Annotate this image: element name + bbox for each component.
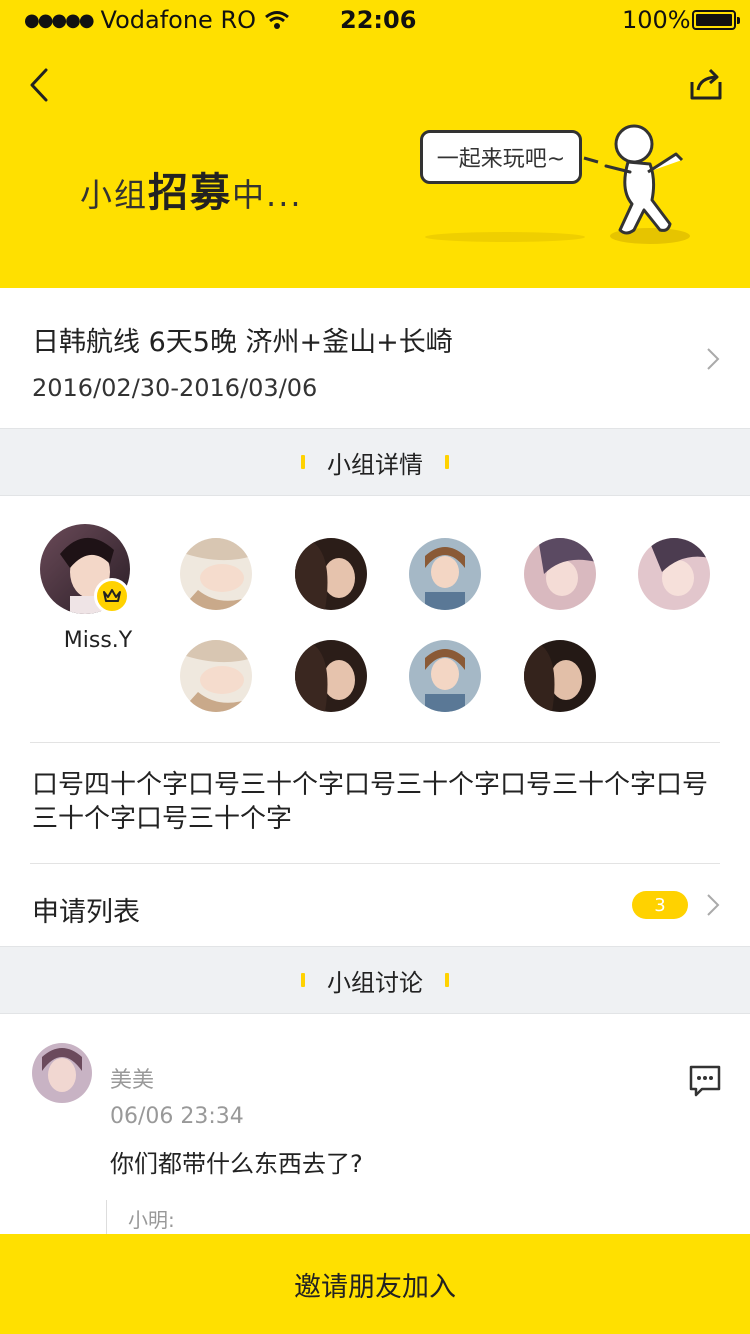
bubble-text: 一起来玩吧~ — [436, 147, 566, 172]
recruit-prefix: 小组 — [80, 176, 149, 214]
invite-label: 邀请朋友加入 — [294, 1271, 456, 1303]
recruit-title: 小组招募中... — [80, 160, 303, 218]
reply-comment-icon[interactable] — [688, 1064, 722, 1098]
chevron-right-icon — [707, 348, 720, 370]
section-title: 小组讨论 — [327, 968, 423, 997]
member-avatar[interactable] — [295, 538, 367, 610]
member-avatar[interactable] — [524, 640, 596, 712]
comment-text: 你们都带什么东西去了? — [110, 1150, 363, 1178]
member-avatar[interactable] — [295, 640, 367, 712]
commenter-name: 美美 — [110, 1068, 155, 1093]
recruit-big: 招募 — [148, 170, 233, 216]
back-arrow-icon[interactable] — [24, 60, 64, 110]
group-slogan: 口号四十个字口号三十个字口号三十个字口号三十个字口号三十个字口号三十个字 — [32, 770, 709, 834]
status-time: 22:06 — [340, 6, 417, 34]
signal-icon: ●●●●● — [24, 9, 95, 31]
recruit-suffix: 中... — [232, 176, 303, 214]
section-marker — [301, 973, 305, 987]
invite-friends-button[interactable]: 邀请朋友加入 — [0, 1234, 750, 1334]
member-avatar[interactable] — [180, 640, 252, 712]
member-avatar[interactable] — [409, 538, 481, 610]
comment-time: 06/06 23:34 — [110, 1104, 244, 1129]
apply-count: 3 — [654, 894, 666, 916]
mascot-illustration — [583, 124, 690, 244]
section-header-details: 小组详情 — [0, 428, 750, 496]
battery-icon — [692, 10, 740, 30]
section-title: 小组详情 — [327, 450, 423, 479]
battery-percent: 100% — [622, 6, 691, 34]
section-marker — [445, 973, 449, 987]
reply-author: 小明: — [128, 1208, 175, 1232]
share-icon[interactable] — [686, 66, 726, 106]
section-header-discussion: 小组讨论 — [0, 946, 750, 1014]
member-avatar[interactable] — [409, 640, 481, 712]
member-avatar[interactable] — [180, 538, 252, 610]
member-avatar[interactable] — [638, 538, 710, 610]
trip-title: 日韩航线 6天5晚 济州+釜山+长崎 — [32, 327, 453, 358]
chevron-right-icon — [707, 894, 720, 916]
section-marker — [301, 455, 305, 469]
carrier: ●●●●● Vodafone RO — [24, 6, 290, 34]
trip-date: 2016/02/30-2016/03/06 — [32, 374, 318, 402]
speech-bubble: 一起来玩吧~ — [420, 130, 582, 184]
crown-badge — [94, 578, 130, 614]
apply-count-badge: 3 — [632, 891, 688, 919]
crown-icon — [103, 589, 121, 602]
member-avatar[interactable] — [524, 538, 596, 610]
status-bar: ●●●●● Vodafone RO 22:06 100% — [0, 0, 750, 40]
carrier-name: Vodafone RO — [100, 6, 257, 34]
section-marker — [445, 455, 449, 469]
commenter-avatar[interactable] — [32, 1043, 92, 1103]
leader-name: Miss.Y — [63, 628, 133, 653]
divider — [30, 742, 720, 743]
ground-shadow — [425, 232, 585, 242]
apply-list-label: 申请列表 — [32, 897, 140, 928]
wifi-icon — [265, 11, 289, 29]
